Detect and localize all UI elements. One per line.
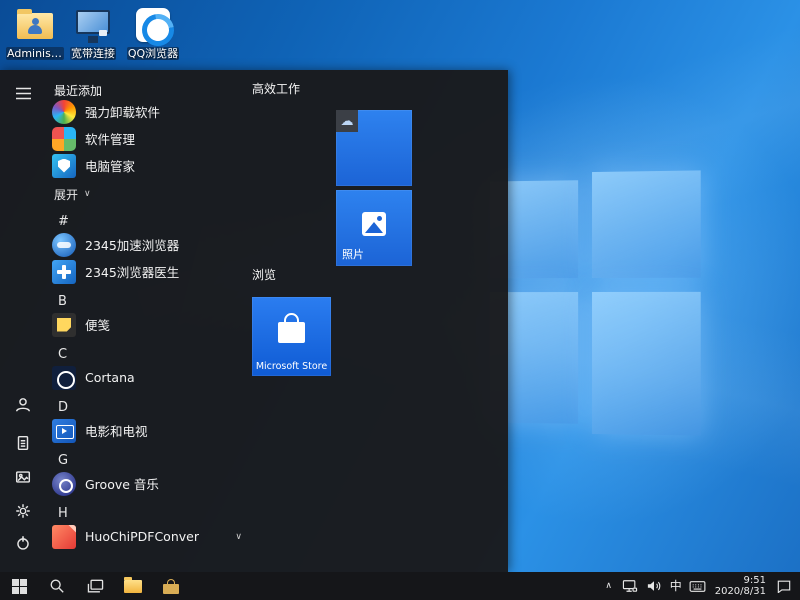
app-item-pc-manager[interactable]: 电脑管家 bbox=[48, 152, 252, 179]
action-center-icon[interactable] bbox=[775, 576, 792, 596]
section-letter-c[interactable]: C bbox=[48, 344, 252, 364]
tile-area: 高效工作 ☁ 照片 浏览 Microsoft Store bbox=[252, 70, 508, 572]
search-icon bbox=[50, 579, 64, 593]
tile-label: Microsoft Store bbox=[255, 361, 328, 372]
sticky-notes-icon bbox=[52, 312, 76, 337]
power-button[interactable] bbox=[12, 532, 34, 554]
desktop-icon-label: QQ浏览器 bbox=[126, 47, 180, 60]
app-item-2345-browser-doctor[interactable]: 2345浏览器医生 bbox=[48, 258, 252, 285]
app-item-sticky-notes[interactable]: 便笺 bbox=[48, 311, 252, 338]
hidden-icons-chevron[interactable]: ∧ bbox=[603, 581, 615, 591]
tile-photos[interactable]: 照片 bbox=[336, 190, 412, 266]
start-menu-rail bbox=[0, 70, 48, 572]
app-item-label: Groove 音乐 bbox=[85, 477, 159, 492]
shopping-bag-icon bbox=[163, 578, 179, 594]
desktop-icon-qq-browser[interactable]: QQ浏览器 bbox=[124, 8, 182, 64]
tile-group-header-productivity[interactable]: 高效工作 bbox=[252, 80, 300, 97]
taskbar-store-button[interactable] bbox=[152, 572, 190, 600]
user-account-button[interactable] bbox=[12, 394, 34, 416]
store-bag-icon bbox=[278, 313, 305, 343]
app-item-software-manager[interactable]: 软件管理 bbox=[48, 125, 252, 152]
settings-gear-icon[interactable] bbox=[12, 500, 34, 522]
tile-microsoft-store[interactable]: Microsoft Store bbox=[252, 297, 331, 376]
photos-icon bbox=[362, 212, 386, 236]
app-item-groove-music[interactable]: Groove 音乐 bbox=[48, 470, 252, 497]
app-item-pdf-converter[interactable]: HuoChiPDFConver ∨ bbox=[48, 523, 252, 550]
software-manager-icon bbox=[52, 126, 76, 151]
uninstaller-icon bbox=[52, 99, 76, 124]
app-item-movies-tv[interactable]: 电影和电视 bbox=[48, 417, 252, 444]
hamburger-menu-button[interactable] bbox=[12, 82, 34, 104]
section-letter-g[interactable]: G bbox=[48, 450, 252, 470]
tile-onedrive[interactable]: ☁ bbox=[336, 110, 412, 186]
pictures-button[interactable] bbox=[12, 466, 34, 488]
2345-speed-browser-icon bbox=[52, 232, 76, 257]
touch-keyboard-icon[interactable] bbox=[689, 576, 706, 596]
app-item-label: 强力卸载软件 bbox=[85, 105, 161, 120]
windows-logo bbox=[489, 170, 703, 436]
expand-label: 展开 bbox=[54, 187, 79, 202]
app-item-cortana[interactable]: Cortana bbox=[48, 364, 252, 391]
app-item-label: 电影和电视 bbox=[85, 424, 148, 439]
section-letter-h[interactable]: H bbox=[48, 503, 252, 523]
start-menu: 最近添加 强力卸载软件 软件管理 电脑管家 展开 ∨ # 2345加速浏览器 2… bbox=[0, 70, 508, 572]
volume-icon[interactable] bbox=[646, 576, 663, 596]
tile-group-header-browse[interactable]: 浏览 bbox=[252, 266, 276, 283]
expand-button[interactable]: 展开 ∨ bbox=[48, 183, 252, 205]
desktop: Administra... 宽带连接 QQ浏览器 bbox=[0, 0, 800, 600]
section-letter-b[interactable]: B bbox=[48, 291, 252, 311]
task-view-button[interactable] bbox=[76, 572, 114, 600]
section-letter-hash[interactable]: # bbox=[48, 211, 252, 231]
broadband-monitor-icon bbox=[73, 8, 113, 42]
recently-added-header: 最近添加 bbox=[54, 84, 103, 98]
system-tray: ∧ 中 9:51 2020/8/31 bbox=[603, 572, 800, 600]
cortana-icon bbox=[52, 365, 76, 390]
taskbar-file-explorer-button[interactable] bbox=[114, 572, 152, 600]
app-item-label: 电脑管家 bbox=[85, 159, 136, 174]
windows-flag-icon bbox=[11, 578, 27, 594]
app-item-uninstaller[interactable]: 强力卸载软件 bbox=[48, 98, 252, 125]
user-folder-icon bbox=[15, 8, 55, 42]
desktop-icon-administrator[interactable]: Administra... bbox=[6, 8, 64, 64]
ime-indicator[interactable]: 中 bbox=[670, 572, 682, 600]
app-item-2345-speed-browser[interactable]: 2345加速浏览器 bbox=[48, 231, 252, 258]
chevron-down-icon: ∨ bbox=[84, 189, 91, 199]
app-list: 最近添加 强力卸载软件 软件管理 电脑管家 展开 ∨ # 2345加速浏览器 2… bbox=[48, 70, 252, 572]
movies-tv-icon bbox=[52, 418, 76, 443]
app-item-label: 2345加速浏览器 bbox=[85, 238, 180, 253]
app-item-label: HuoChiPDFConver bbox=[85, 529, 199, 544]
app-item-label: 便笺 bbox=[85, 318, 111, 333]
2345-browser-doctor-icon bbox=[52, 259, 76, 284]
clock-time: 9:51 bbox=[743, 574, 766, 586]
desktop-icon-broadband[interactable]: 宽带连接 bbox=[64, 8, 122, 64]
folder-icon bbox=[124, 576, 142, 593]
pdf-converter-icon bbox=[52, 524, 76, 549]
taskbar-clock[interactable]: 9:51 2020/8/31 bbox=[713, 575, 768, 598]
clock-date: 2020/8/31 bbox=[714, 586, 766, 597]
taskbar: ∧ 中 9:51 2020/8/31 bbox=[0, 572, 800, 600]
groove-music-icon bbox=[52, 471, 76, 496]
task-view-icon bbox=[87, 579, 103, 592]
start-button[interactable] bbox=[0, 572, 38, 600]
qq-browser-icon bbox=[133, 8, 173, 42]
network-icon[interactable] bbox=[622, 576, 639, 596]
chevron-down-icon: ∨ bbox=[235, 531, 242, 542]
app-item-label: 软件管理 bbox=[85, 132, 136, 147]
tile-label: 照片 bbox=[342, 248, 364, 261]
app-item-label: Cortana bbox=[85, 370, 135, 385]
section-letter-d[interactable]: D bbox=[48, 397, 252, 417]
desktop-icon-label: 宽带连接 bbox=[70, 47, 116, 60]
documents-button[interactable] bbox=[12, 432, 34, 454]
pc-manager-icon bbox=[52, 153, 76, 178]
cloud-icon: ☁ bbox=[336, 110, 358, 132]
taskbar-search-button[interactable] bbox=[38, 572, 76, 600]
app-item-label: 2345浏览器医生 bbox=[85, 265, 180, 280]
desktop-icon-label: Administra... bbox=[6, 47, 64, 60]
